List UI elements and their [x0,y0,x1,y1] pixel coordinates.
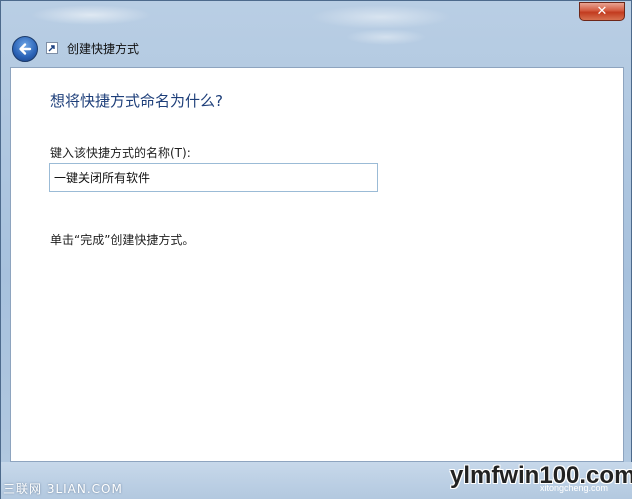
shortcut-name-label: 键入该快捷方式的名称(T): [50,146,191,160]
wizard-content: 想将快捷方式命名为什么? 键入该快捷方式的名称(T): 单击“完成”创建快捷方式… [10,67,624,462]
shortcut-name-input[interactable] [49,163,378,192]
window-frame: ✕ 创建快捷方式 想将快捷方式命名为什么? 键入该快捷方式的名称(T): 单击“… [0,0,632,499]
window-title: 创建快捷方式 [67,42,140,56]
finish-hint-text: 单击“完成”创建快捷方式。 [50,233,195,247]
back-arrow-icon [19,43,32,55]
close-button[interactable]: ✕ [579,2,625,21]
page-heading: 想将快捷方式命名为什么? [50,92,223,110]
shortcut-icon [46,42,58,54]
back-button[interactable] [12,36,38,62]
watermark-left: 三联网 3LIAN.COM [3,482,123,496]
titlebar-glass [1,1,632,67]
close-icon: ✕ [596,4,608,19]
watermark-right-sub: xitongcheng.com [540,483,609,493]
